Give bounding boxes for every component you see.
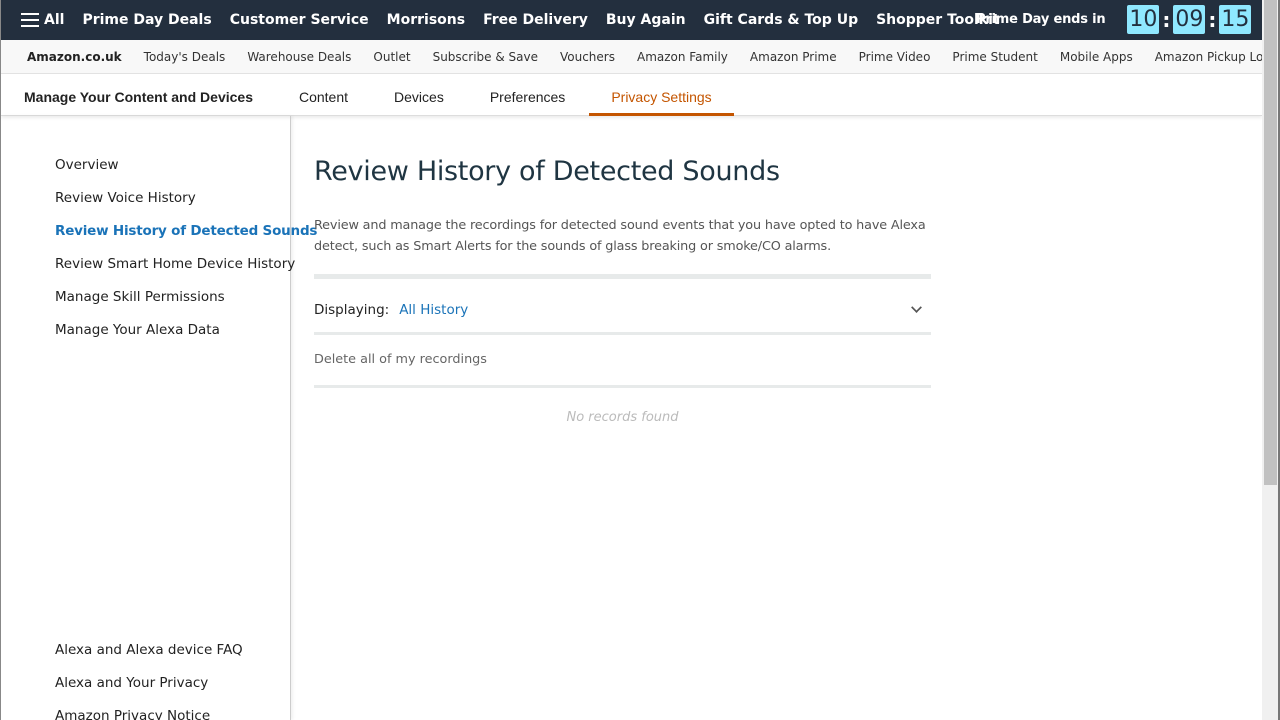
filter-label: Displaying: (314, 302, 390, 318)
sub-nav-link[interactable]: Amazon Family (637, 50, 728, 64)
sidebar-item-alexa-data[interactable]: Manage Your Alexa Data (55, 322, 220, 338)
sub-nav-link[interactable]: Prime Student (952, 50, 1037, 64)
countdown-minutes: 09 (1173, 5, 1206, 34)
sub-nav-link[interactable]: Amazon Prime (750, 50, 837, 64)
nav-link-gift-cards[interactable]: Gift Cards & Top Up (704, 12, 858, 28)
prime-day-countdown[interactable]: Prime Day ends in 10 : 09 : 15 (976, 5, 1252, 34)
page-description: Review and manage the recordings for det… (314, 218, 926, 254)
scrollbar-thumb[interactable] (1264, 0, 1277, 485)
countdown-separator: : (1162, 7, 1171, 32)
sidebar-item-smart-home-history[interactable]: Review Smart Home Device History (55, 256, 295, 272)
sidebar-item-skill-permissions[interactable]: Manage Skill Permissions (55, 289, 225, 305)
page: All Prime Day Deals Customer Service Mor… (0, 0, 1262, 720)
divider (314, 385, 931, 388)
content-devices-tabs: Manage Your Content and Devices Content … (1, 74, 1262, 116)
sidebar-item-voice-history[interactable]: Review Voice History (55, 190, 196, 206)
delete-all-recordings-link[interactable]: Delete all of my recordings (314, 352, 487, 367)
sub-nav-link[interactable]: Amazon Pickup Locations (1155, 50, 1262, 64)
sub-nav-brand[interactable]: Amazon.co.uk (27, 50, 122, 64)
tab-content[interactable]: Content (299, 89, 348, 115)
sub-nav-link[interactable]: Mobile Apps (1060, 50, 1133, 64)
sub-nav-link[interactable]: Vouchers (560, 50, 615, 64)
nav-link-prime-day-deals[interactable]: Prime Day Deals (82, 12, 211, 28)
page-title: Review History of Detected Sounds (314, 156, 780, 187)
divider (314, 274, 931, 279)
sub-nav-link[interactable]: Subscribe & Save (433, 50, 538, 64)
divider (314, 332, 931, 335)
all-label: All (44, 12, 65, 28)
all-menu-button[interactable]: All (21, 12, 64, 28)
countdown-separator: : (1208, 7, 1217, 32)
sidebar: Overview Review Voice History Review His… (1, 116, 317, 720)
tab-preferences[interactable]: Preferences (490, 89, 565, 115)
sub-nav-link[interactable]: Warehouse Deals (247, 50, 351, 64)
hamburger-icon (21, 13, 39, 27)
sub-nav: Amazon.co.uk Today's Deals Warehouse Dea… (1, 40, 1262, 74)
top-nav: All Prime Day Deals Customer Service Mor… (1, 0, 1262, 40)
tabs-title: Manage Your Content and Devices (24, 89, 253, 105)
tab-devices[interactable]: Devices (394, 89, 444, 115)
filter-value: All History (399, 302, 469, 318)
sub-nav-link[interactable]: Outlet (373, 50, 410, 64)
nav-link-free-delivery[interactable]: Free Delivery (483, 12, 588, 28)
sidebar-item-overview[interactable]: Overview (55, 157, 119, 173)
page-scrollbar[interactable] (1262, 0, 1280, 720)
countdown-hours: 10 (1127, 5, 1160, 34)
nav-link-buy-again[interactable]: Buy Again (606, 12, 686, 28)
nav-link-customer-service[interactable]: Customer Service (230, 12, 369, 28)
footer-link-alexa-faq[interactable]: Alexa and Alexa device FAQ (55, 642, 243, 658)
history-filter-dropdown[interactable]: Displaying: All History (314, 300, 931, 320)
footer-link-alexa-privacy[interactable]: Alexa and Your Privacy (55, 675, 208, 691)
sub-nav-link[interactable]: Prime Video (859, 50, 931, 64)
sidebar-item-detected-sounds[interactable]: Review History of Detected Sounds (55, 223, 317, 239)
tab-privacy-settings[interactable]: Privacy Settings (589, 89, 735, 116)
empty-state-message: No records found (566, 410, 679, 425)
footer-link-privacy-notice[interactable]: Amazon Privacy Notice (55, 708, 210, 720)
countdown-label: Prime Day ends in (976, 12, 1106, 27)
nav-link-morrisons[interactable]: Morrisons (387, 12, 465, 28)
sub-nav-link[interactable]: Today's Deals (144, 50, 226, 64)
countdown-seconds: 15 (1219, 5, 1252, 34)
chevron-down-icon (911, 302, 922, 313)
